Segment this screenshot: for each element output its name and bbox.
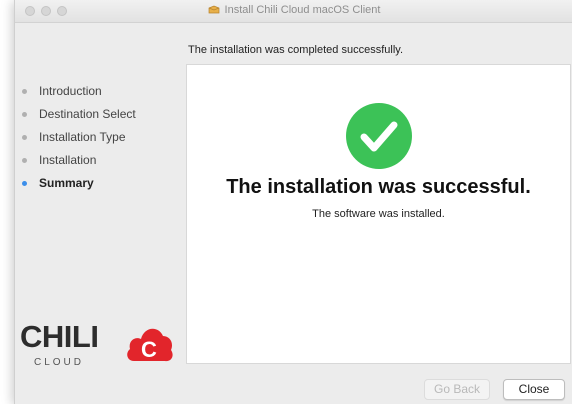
step-label: Installation Type — [39, 130, 126, 144]
title-bar: Install Chili Cloud macOS Client — [15, 0, 572, 23]
logo-subtext: CLOUD — [34, 357, 85, 368]
step-introduction: Introduction — [20, 84, 136, 107]
close-button[interactable]: Close — [503, 379, 565, 400]
checkmark-icon — [346, 103, 412, 169]
step-label: Introduction — [39, 84, 102, 98]
package-icon — [208, 5, 219, 14]
success-headline: The installation was successful. — [226, 176, 531, 198]
step-label: Installation — [39, 153, 97, 167]
header-status-text: The installation was completed successfu… — [188, 44, 404, 56]
step-dot-icon — [22, 89, 27, 94]
step-active-dot-icon — [22, 181, 27, 186]
logo-badge-letter: C — [141, 337, 157, 362]
step-summary: Summary — [20, 176, 136, 199]
step-installation: Installation — [20, 153, 136, 176]
step-destination-select: Destination Select — [20, 107, 136, 130]
chili-cloud-logo: CHILI CLOUD C — [20, 317, 180, 369]
installer-steps: Introduction Destination Select Installa… — [20, 84, 136, 199]
window-title-area: Install Chili Cloud macOS Client — [15, 4, 572, 16]
step-installation-type: Installation Type — [20, 130, 136, 153]
go-back-button[interactable]: Go Back — [424, 379, 490, 400]
step-dot-icon — [22, 112, 27, 117]
chili-cloud-badge-icon: C — [127, 328, 173, 362]
step-label: Destination Select — [39, 107, 136, 121]
logo-wordmark: CHILI — [20, 319, 99, 354]
step-label: Summary — [39, 176, 94, 190]
step-dot-icon — [22, 135, 27, 140]
success-detail: The software was installed. — [312, 208, 445, 220]
step-dot-icon — [22, 158, 27, 163]
window-title: Install Chili Cloud macOS Client — [224, 4, 381, 16]
summary-panel: The installation was successful. The sof… — [186, 64, 571, 364]
